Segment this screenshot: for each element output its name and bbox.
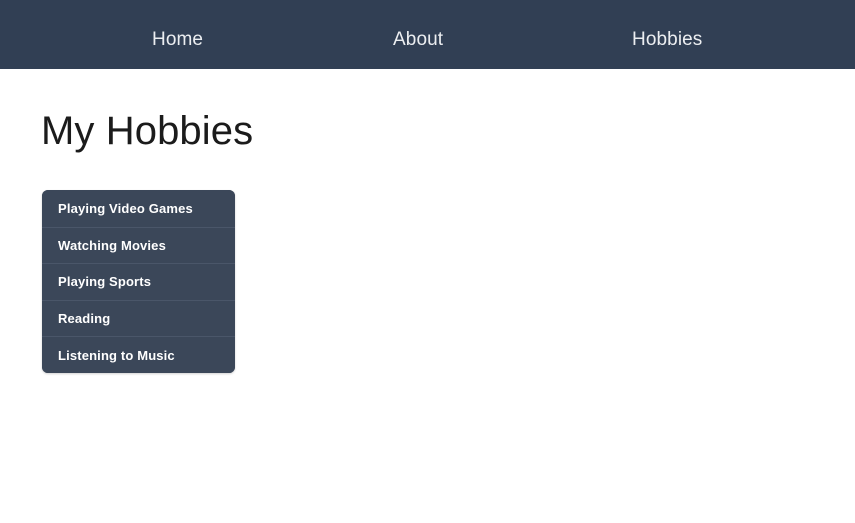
main-content: My Hobbies Playing Video Games Watching …: [0, 69, 855, 523]
list-item[interactable]: Listening to Music: [42, 336, 235, 373]
nav-link-hobbies[interactable]: Hobbies: [632, 28, 702, 51]
list-item-label: Playing Video Games: [58, 201, 193, 217]
page-title: My Hobbies: [41, 109, 254, 153]
list-item-label: Listening to Music: [58, 347, 175, 363]
nav-link-home[interactable]: Home: [152, 28, 203, 51]
list-item-label: Playing Sports: [58, 274, 152, 290]
nav-link-about[interactable]: About: [393, 28, 443, 51]
list-item[interactable]: Playing Video Games: [42, 190, 235, 227]
top-navigation-bar: Home About Hobbies: [0, 0, 855, 69]
list-item-label: Watching Movies: [58, 237, 166, 253]
nav-links-container: Home About Hobbies: [0, 0, 855, 69]
list-item-label: Reading: [58, 311, 111, 327]
hobby-list: Playing Video Games Watching Movies Play…: [42, 190, 235, 373]
list-item[interactable]: Playing Sports: [42, 263, 235, 300]
list-item[interactable]: Watching Movies: [42, 226, 235, 264]
list-item[interactable]: Reading: [42, 299, 235, 337]
